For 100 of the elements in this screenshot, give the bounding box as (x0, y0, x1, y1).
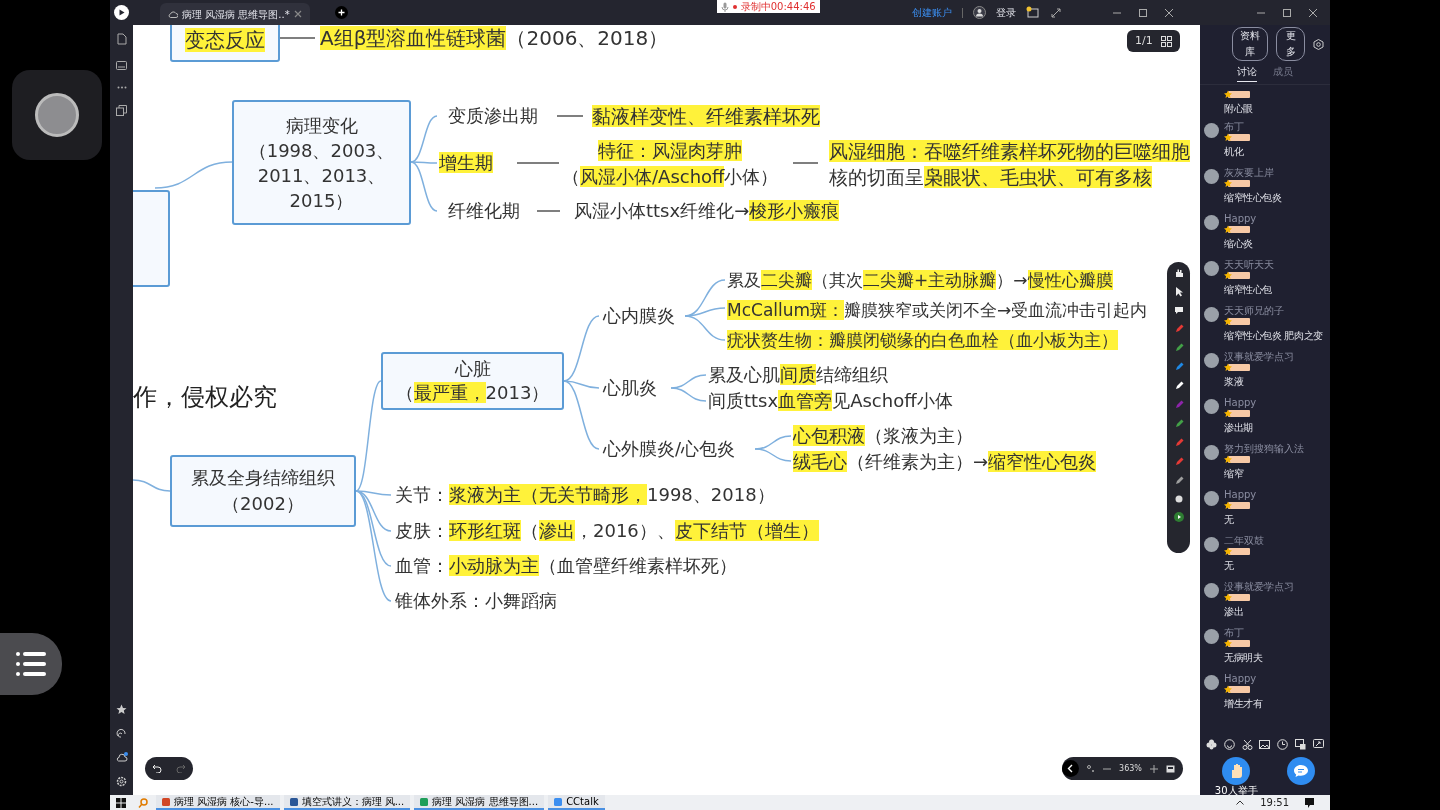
close-icon[interactable] (1308, 7, 1318, 18)
grid-icon[interactable] (1160, 35, 1172, 47)
connector-line (670, 387, 707, 402)
hand-icon[interactable] (1173, 268, 1184, 278)
connector-line (516, 162, 560, 164)
dot-icon (732, 4, 737, 9)
app-icon (289, 797, 298, 806)
close-icon[interactable] (1164, 7, 1174, 18)
share-screen-icon[interactable] (1312, 738, 1324, 750)
create-account-link[interactable]: 创建账户 (912, 5, 952, 20)
clock: 19:51 (1260, 796, 1289, 810)
chat-tab[interactable]: 讨论 (1237, 64, 1257, 82)
chat-message: 增生才有 (1224, 698, 1263, 710)
avatar (1204, 353, 1219, 368)
level-badge-icon (1224, 593, 1250, 602)
screen-icon[interactable] (1165, 764, 1175, 773)
copy-icon[interactable] (116, 105, 127, 116)
taskbar-item[interactable]: CCtalk (548, 795, 605, 810)
maximize-icon[interactable] (1282, 7, 1292, 18)
topic-node[interactable]: 变态反应 (170, 25, 280, 62)
keyboard-icon[interactable] (116, 61, 127, 70)
level-badge-icon (1224, 409, 1250, 418)
screen-icon[interactable] (1294, 738, 1306, 750)
image-icon[interactable] (1259, 738, 1271, 750)
window-switch-icon[interactable] (1026, 6, 1040, 19)
document-tab[interactable]: 病理 风湿病 思维导图..* (160, 3, 310, 25)
panel-button[interactable]: 资料库 (1232, 27, 1269, 61)
pen-icon[interactable] (1173, 476, 1184, 486)
user-name: 二年双鼓 (1224, 535, 1264, 546)
user-name: 努力到搜狗输入法 (1224, 443, 1304, 454)
recording-time: 录制中00:44:46 (740, 0, 816, 13)
user-name: 布丁 (1224, 627, 1245, 638)
redo-icon[interactable] (176, 764, 186, 773)
level-badge-icon (1224, 90, 1250, 99)
logo-icon[interactable] (114, 5, 129, 20)
chat-button[interactable] (1287, 757, 1316, 785)
raise-hand-button[interactable] (1222, 757, 1251, 785)
emoji-icon[interactable] (1224, 738, 1236, 750)
node-text: 心外膜炎/心包炎 (603, 437, 736, 461)
taskbar-item[interactable]: 填空式讲义：病理 风... (283, 795, 411, 810)
play-icon[interactable] (1173, 512, 1184, 522)
user-name: Happy (1224, 213, 1257, 224)
expand-icon[interactable] (1050, 6, 1062, 19)
avatar (1204, 583, 1219, 598)
close-icon[interactable] (293, 10, 302, 18)
cloud-icon[interactable] (115, 752, 128, 763)
dot-icon[interactable] (1174, 495, 1183, 503)
login-link[interactable]: 登录 (996, 5, 1016, 20)
more-icon[interactable] (116, 86, 127, 89)
taskbar-item[interactable]: 病理 风湿病 核心-导... (156, 795, 280, 810)
chat-tab[interactable]: 成员 (1273, 64, 1293, 82)
cursor-icon[interactable] (1174, 287, 1183, 297)
fit-icon[interactable] (1087, 764, 1095, 773)
level-badge-icon (1224, 685, 1250, 694)
avatar (1204, 675, 1219, 690)
floating-record-button[interactable] (12, 70, 102, 160)
chat-icon[interactable] (1173, 306, 1184, 315)
file-icon[interactable] (116, 33, 127, 45)
user-name: 天天师兄的子 (1224, 305, 1285, 316)
windows-icon[interactable] (116, 797, 126, 808)
node-text: 核的切面呈枭眼状、毛虫状、可有多核 (829, 165, 1153, 190)
level-badge-icon (1224, 225, 1250, 234)
settings-icon[interactable] (1313, 38, 1324, 50)
add-tab-icon[interactable] (334, 6, 348, 19)
topic-node[interactable]: 病理变化 （1998、2003、 2011、2013、 2015） (232, 100, 411, 225)
clock-icon[interactable] (1277, 738, 1289, 750)
chat-message: 机化 (1224, 146, 1245, 158)
microphone-icon (720, 1, 729, 12)
page-indicator[interactable]: 1/1 (1127, 30, 1180, 52)
avatar (1204, 123, 1219, 138)
level-badge-icon (1224, 363, 1250, 372)
chevron-up-icon[interactable] (1236, 800, 1245, 805)
user-name: 汉事就爱学点习 (1224, 351, 1294, 362)
topic-box[interactable] (133, 190, 170, 287)
scissors-icon[interactable] (1241, 738, 1253, 750)
maximize-icon[interactable] (1138, 7, 1148, 18)
notification-icon[interactable] (1305, 797, 1314, 808)
zoom-level: 363% (1119, 762, 1142, 775)
menu-button[interactable] (0, 633, 62, 695)
connector-line (556, 115, 584, 117)
avatar (1204, 169, 1219, 184)
star-icon[interactable] (116, 704, 127, 715)
node-text: 变质渗出期 (448, 104, 538, 128)
node-text: 黏液样变性、纤维素样坏死 (592, 104, 820, 128)
settings-icon[interactable] (116, 776, 127, 787)
chat-message: 缩窄性心包 (1224, 284, 1273, 296)
undo-icon[interactable] (152, 764, 162, 773)
node-text: 风湿细胞：吞噬纤维素样坏死物的巨噬细胞 (829, 139, 1190, 164)
zoom-in-icon[interactable] (1149, 764, 1158, 773)
swirl-icon[interactable] (116, 728, 127, 739)
topic-node[interactable]: 累及全身结缔组织 （2002） (170, 455, 356, 527)
topic-node[interactable]: 心脏 （最严重，2013） (381, 352, 564, 410)
avatar-icon (973, 6, 986, 19)
flower-icon[interactable] (1206, 738, 1218, 750)
taskbar-item[interactable]: 病理 风湿病 思维导图... (414, 795, 545, 810)
search-icon[interactable] (138, 797, 148, 808)
panel-button[interactable]: 更多 (1276, 27, 1305, 61)
pen-icon[interactable] (1173, 381, 1184, 391)
back-icon[interactable] (1062, 760, 1079, 777)
node-text: 心包积液（浆液为主） (793, 424, 974, 448)
